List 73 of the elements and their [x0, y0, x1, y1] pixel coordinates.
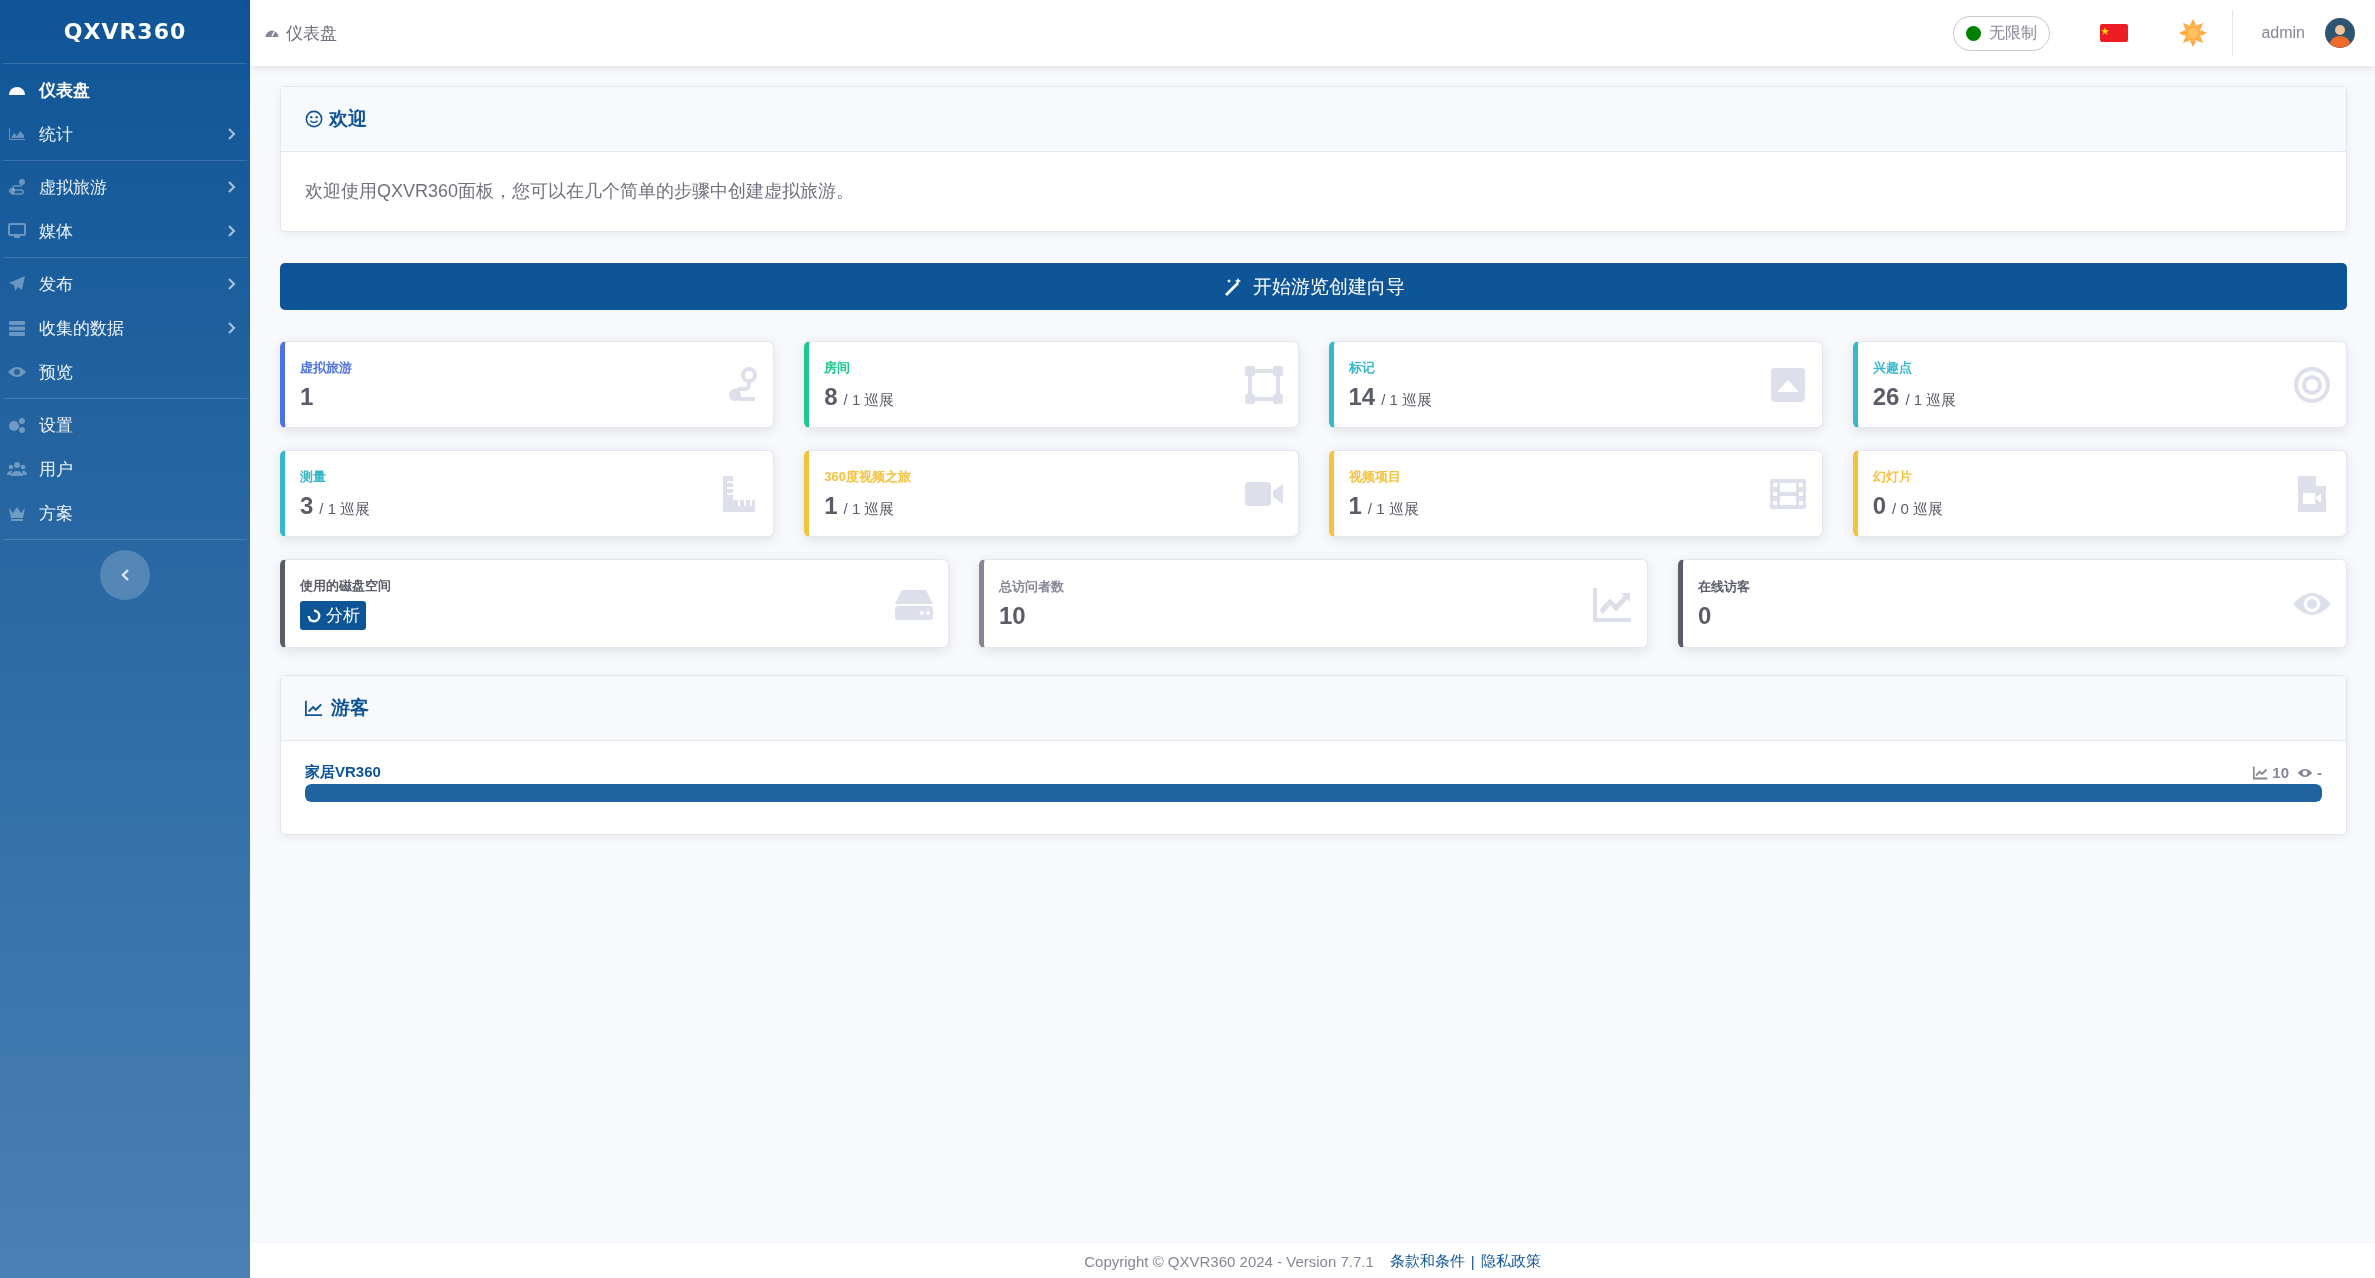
stat-label: 总访问者数 — [999, 577, 1065, 596]
sidebar-item[interactable]: 仪表盘 — [3, 68, 247, 112]
stat-value: 14 — [1348, 382, 1376, 411]
stat-value: 0 — [1872, 491, 1887, 520]
stat-value: 1 — [1348, 491, 1362, 520]
chevron-right-icon — [227, 277, 237, 291]
welcome-text: 欢迎使用QXVR360面板，您可以在几个简单的步骤中创建虚拟旅游。 — [305, 181, 855, 201]
chevron-right-icon — [227, 321, 237, 335]
stat-label: 兴趣点 — [1872, 358, 1913, 377]
smile-icon — [305, 110, 323, 128]
card-title: 欢迎 — [329, 107, 367, 131]
chevron-left-icon — [120, 568, 130, 582]
stat-value: 0 — [1698, 601, 1712, 630]
chevron-right-icon — [227, 224, 237, 238]
online-count: - — [2317, 764, 2322, 781]
avatar-icon — [2325, 18, 2355, 48]
stat-total: / 1 巡展 — [1905, 390, 1957, 410]
stat-label: 测量 — [300, 467, 327, 486]
footer-link[interactable]: 隐私政策 — [1480, 1251, 1541, 1271]
stat-total: / 0 巡展 — [1892, 499, 1943, 519]
visit-count: 10 — [2272, 764, 2289, 781]
stat-label: 标记 — [1348, 358, 1376, 377]
sidebar-item[interactable]: 虚拟旅游 — [3, 165, 247, 209]
line-chart-icon — [305, 699, 323, 717]
sidebar-item[interactable]: 设置 — [3, 403, 247, 447]
chevron-right-icon — [227, 180, 237, 194]
stat-value: 8 — [824, 382, 838, 411]
flag-icon — [2100, 24, 2129, 42]
stat-total: / 1 巡展 — [319, 499, 371, 519]
sidebar-item[interactable]: 统计 — [3, 112, 247, 156]
sidebar-logo: QXVR360 — [63, 19, 187, 44]
stat-label: 房间 — [824, 358, 852, 377]
stat-value: 3 — [300, 491, 314, 520]
breadcrumb: 仪表盘 — [286, 22, 337, 45]
line-chart-icon — [2253, 765, 2269, 780]
chevron-right-icon — [227, 127, 237, 141]
sun-icon — [2178, 18, 2209, 48]
stat-value: 26 — [1872, 382, 1900, 411]
analyze-button[interactable]: 分析 — [300, 601, 366, 630]
collapse-sidebar-button[interactable] — [100, 550, 150, 600]
sidebar-item[interactable]: 媒体 — [3, 209, 247, 253]
stat-total: / 1 巡展 — [843, 499, 895, 519]
tour-wizard-button[interactable]: 开始游览创建向导 — [280, 263, 2347, 310]
tour-name: 家居VR360 — [305, 763, 382, 782]
list-icon — [7, 318, 27, 338]
sidebar-item[interactable]: 预览 — [3, 350, 247, 394]
stat-value: 10 — [999, 601, 1026, 630]
stat-total: / 1 巡展 — [1367, 499, 1419, 519]
users-icon — [7, 459, 27, 479]
sidebar-item[interactable]: 收集的数据 — [3, 306, 247, 350]
stat-label: 360度视频之旅 — [824, 467, 912, 486]
monitor-icon — [7, 221, 27, 241]
sidebar-item[interactable]: 方案 — [3, 491, 247, 535]
stat-value: 1 — [824, 491, 838, 520]
stat-label: 使用的磁盘空间 — [300, 577, 392, 595]
target-icon — [2292, 364, 2332, 405]
sidebar-item[interactable]: 发布 — [3, 262, 247, 306]
stat-total: / 1 巡展 — [843, 390, 895, 410]
card-title: 游客 — [331, 696, 369, 720]
copyright-text: Copyright © QXVR360 2024 - Version 7.7.1 — [1084, 1252, 1374, 1270]
stat-value: 1 — [300, 382, 314, 411]
stat-label: 虚拟旅游 — [300, 358, 353, 377]
stat-label: 视频项目 — [1348, 467, 1402, 486]
stat-total: / 1 巡展 — [1381, 390, 1433, 410]
footer-link[interactable]: 条款和条件 — [1389, 1251, 1465, 1271]
route-icon — [7, 177, 27, 197]
vector-square-icon — [1243, 364, 1284, 405]
refresh-icon — [306, 607, 322, 624]
sidebar-item[interactable]: 用户 — [3, 447, 247, 491]
link-separator: | — [1470, 1252, 1475, 1270]
user-name[interactable]: admin — [2261, 24, 2305, 42]
stat-label: 在线访客 — [1698, 577, 1751, 596]
stat-label: 幻灯片 — [1872, 467, 1913, 486]
